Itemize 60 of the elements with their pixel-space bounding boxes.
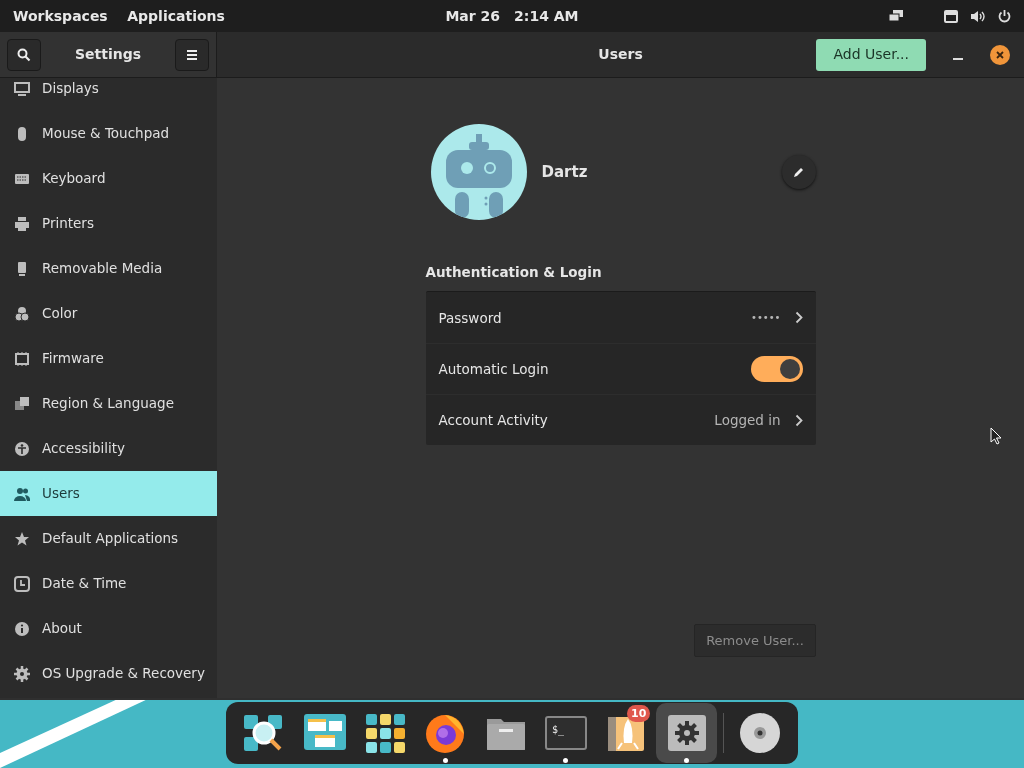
row-value: Logged in [714, 411, 781, 431]
display-icon [14, 80, 30, 97]
sidebar-item[interactable]: Removable Media [0, 246, 217, 291]
clock-time[interactable]: 2:14 AM [514, 5, 579, 27]
add-user-button[interactable]: Add User... [816, 38, 926, 71]
sidebar-item[interactable]: Default Applications [0, 516, 217, 561]
power-icon[interactable] [998, 9, 1011, 23]
pencil-icon [792, 165, 805, 179]
sidebar-item[interactable]: Region & Language [0, 381, 217, 426]
menu-button[interactable] [175, 38, 209, 71]
sidebar-title: Settings [74, 45, 142, 64]
gear-icon [14, 665, 30, 682]
remove-user-button[interactable]: Remove User... [694, 624, 816, 657]
clock-icon [14, 575, 30, 592]
sidebar-item[interactable]: Mouse & Touchpad [0, 111, 217, 156]
sidebar-item[interactable]: Accessibility [0, 426, 217, 471]
row-label: Account Activity [438, 411, 548, 431]
search-icon [17, 47, 31, 62]
toggle-switch[interactable] [750, 356, 803, 383]
user-name: Dartz [541, 161, 588, 183]
star-icon [14, 530, 30, 547]
sidebar-item[interactable]: Printers [0, 201, 217, 246]
sidebar-item[interactable]: Date & Time [0, 561, 217, 606]
close-icon [996, 50, 1004, 59]
clock-date[interactable]: Mar 26 [445, 5, 501, 27]
page-title: Users [598, 46, 643, 62]
mouse-cursor-icon [990, 427, 1002, 445]
disc-icon [737, 711, 782, 755]
minimize-icon [953, 58, 963, 61]
color-icon [14, 305, 30, 322]
workspaces-menu[interactable]: Workspaces [13, 5, 108, 27]
chevron-right-icon [794, 311, 803, 325]
dock-item[interactable] [656, 703, 717, 763]
chevron-right-icon [794, 413, 803, 427]
volume-icon[interactable] [970, 9, 986, 23]
row-label: Password [438, 308, 502, 328]
sidebar-item[interactable]: Keyboard [0, 156, 217, 201]
dock-item[interactable]: 10 [596, 703, 657, 763]
row-label: Automatic Login [438, 360, 549, 380]
row-value: ••••• [751, 311, 781, 326]
dock-item[interactable]: $_ [535, 703, 597, 763]
chip-icon [14, 350, 30, 367]
printer-icon [14, 215, 30, 232]
info-icon [14, 620, 30, 637]
menu-icon [186, 49, 198, 60]
sidebar-item[interactable]: Color [0, 291, 217, 336]
sidebar-item[interactable]: Firmware [0, 336, 217, 381]
sidebar-item[interactable]: OS Upgrade & Recovery [0, 651, 217, 696]
accessibility-icon [14, 440, 30, 457]
edit-button[interactable] [781, 155, 816, 189]
users-icon [14, 485, 30, 502]
search-button[interactable] [7, 38, 41, 71]
language-icon [14, 395, 30, 412]
sidebar-item[interactable]: Users [0, 471, 217, 516]
applications-menu[interactable]: Applications [127, 5, 225, 27]
close-button[interactable] [990, 44, 1010, 65]
notification-count: 10 [627, 705, 651, 722]
section-heading: Authentication & Login [425, 263, 603, 282]
sidebar-item[interactable]: About [0, 606, 217, 651]
sidebar-item[interactable]: Displays [0, 78, 217, 111]
